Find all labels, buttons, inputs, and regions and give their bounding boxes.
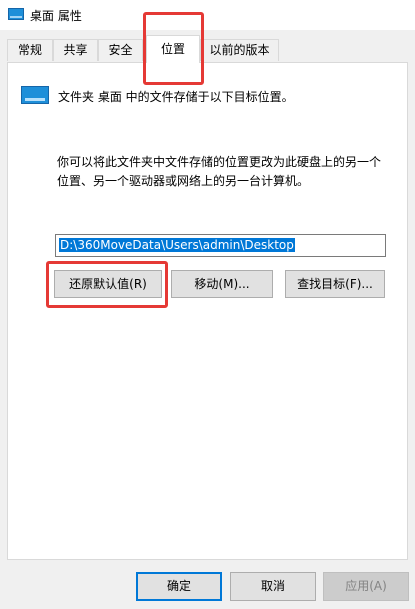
tab-previous-versions[interactable]: 以前的版本 xyxy=(200,39,279,61)
desktop-folder-icon xyxy=(21,86,49,104)
ok-button[interactable]: 确定 xyxy=(136,572,222,601)
window-title: 桌面 属性 xyxy=(30,9,82,23)
description-line-2: 位置、另一个驱动器或网络上的另一台计算机。 xyxy=(57,174,310,188)
move-button[interactable]: 移动(M)... xyxy=(171,270,273,298)
tab-sharing[interactable]: 共享 xyxy=(53,39,98,61)
apply-button[interactable]: 应用(A) xyxy=(323,572,409,601)
cancel-button[interactable]: 取消 xyxy=(230,572,316,601)
tab-security[interactable]: 安全 xyxy=(98,39,143,61)
title-bar: 桌面 属性 xyxy=(0,0,415,30)
find-target-button[interactable]: 查找目标(F)... xyxy=(285,270,385,298)
restore-default-button[interactable]: 还原默认值(R) xyxy=(54,270,162,298)
tab-strip: 常规 共享 安全 位置 以前的版本 xyxy=(0,30,415,63)
description-line-1: 你可以将此文件夹中文件存储的位置更改为此硬盘上的另一个 xyxy=(57,155,382,169)
desktop-folder-icon xyxy=(8,8,24,20)
location-header-text: 文件夹 桌面 中的文件存储于以下目标位置。 xyxy=(58,90,294,104)
location-path-input[interactable]: D:\360MoveData\Users\admin\Desktop xyxy=(55,234,386,257)
tab-location[interactable]: 位置 xyxy=(146,35,200,63)
location-path-value: D:\360MoveData\Users\admin\Desktop xyxy=(59,238,295,252)
location-panel xyxy=(7,62,408,560)
tab-general[interactable]: 常规 xyxy=(7,39,53,61)
